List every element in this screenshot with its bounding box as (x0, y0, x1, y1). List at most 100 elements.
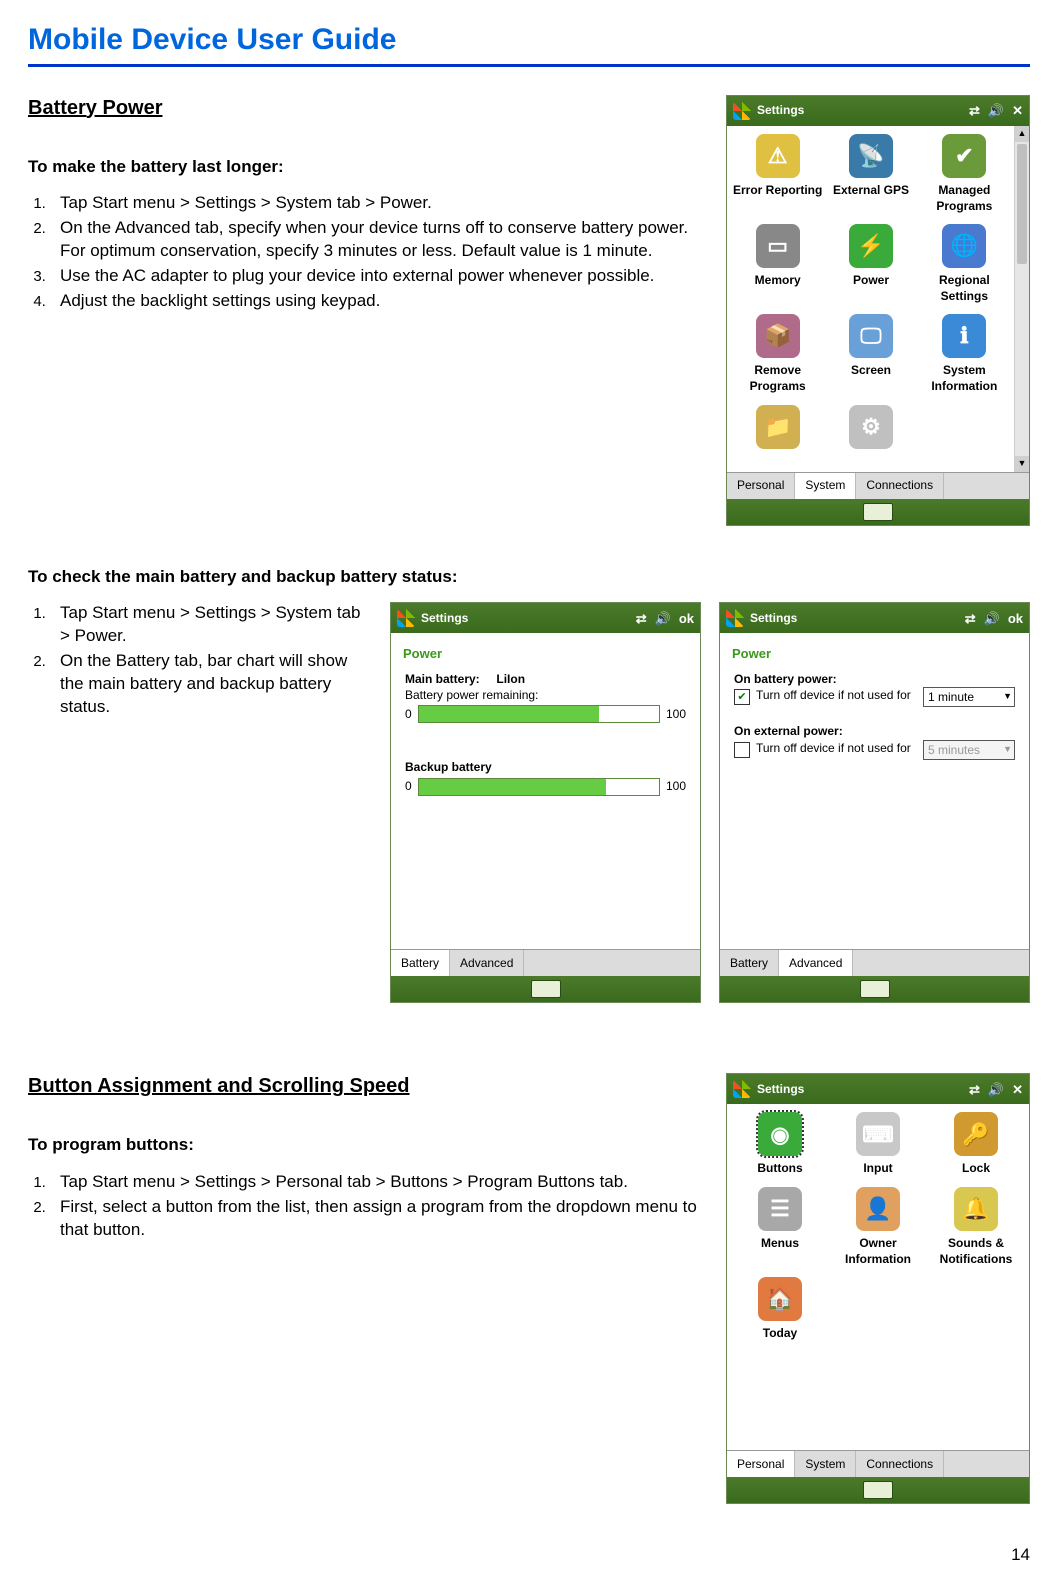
sip-bar (727, 499, 1029, 525)
settings-icon-cell[interactable]: ℹSystem Information (920, 314, 1009, 394)
icon-label: Today (733, 1325, 827, 1341)
close-icon[interactable]: ✕ (1012, 102, 1023, 120)
tab-personal[interactable]: Personal (727, 1451, 795, 1477)
list-item: Tap Start menu > Settings > System tab >… (50, 192, 706, 215)
settings-icon-cell[interactable]: 🌐 Regional Settings (920, 224, 1009, 304)
tab-battery[interactable]: Battery (391, 950, 450, 976)
scroll-thumb[interactable] (1017, 144, 1027, 264)
regional-settings-icon[interactable]: 🌐 (942, 224, 986, 268)
settings-icon-cell[interactable]: 🔔 Sounds & Notifications (929, 1187, 1023, 1267)
keyboard-icon[interactable] (531, 980, 561, 998)
keyboard-icon[interactable] (863, 1481, 893, 1499)
scrollbar[interactable]: ▲ ▼ (1014, 126, 1029, 472)
titlebar: Settings ⇄ 🔊 ok (720, 603, 1029, 633)
external-timeout-combo[interactable]: 5 minutes (923, 740, 1015, 760)
sounds-notifications-icon[interactable]: 🔔 (954, 1187, 998, 1231)
settings-icon-cell[interactable]: ▭ Memory (733, 224, 822, 304)
list-item: On the Advanced tab, specify when your d… (50, 217, 706, 263)
tab-connections[interactable]: Connections (856, 473, 944, 499)
input-icon[interactable]: ⌨ (856, 1112, 900, 1156)
start-icon[interactable] (397, 609, 415, 627)
tab-battery[interactable]: Battery (720, 950, 779, 976)
external-turnoff-checkbox[interactable] (734, 742, 750, 758)
tab-connections[interactable]: Connections (856, 1451, 944, 1477)
settings-icon-cell[interactable]: 🏠 Today (733, 1277, 827, 1341)
system-information-icon[interactable]: ℹ (942, 314, 986, 358)
section-heading-battery: Battery Power (28, 95, 706, 122)
connectivity-icon[interactable]: ⇄ (636, 610, 647, 628)
icon-icon[interactable]: ⚙ (849, 405, 893, 449)
main-battery-label: Main battery: (405, 672, 480, 686)
icon-label: Input (831, 1160, 925, 1176)
settings-icon-cell[interactable]: ☰ Menus (733, 1187, 827, 1267)
settings-icon-cell[interactable]: 🔑Lock (929, 1112, 1023, 1176)
settings-icon-cell[interactable]: 🖵Screen (826, 314, 915, 394)
tab-system[interactable]: System (795, 1451, 856, 1477)
icon-label: Menus (733, 1235, 827, 1251)
list-item: First, select a button from the list, th… (50, 1196, 706, 1242)
settings-icon-cell[interactable]: 📁 (733, 405, 822, 453)
tab-advanced[interactable]: Advanced (779, 950, 853, 976)
on-battery-heading: On battery power: (734, 671, 1015, 687)
screenshot-settings-personal: Settings ⇄ 🔊 ✕ ◉Buttons⌨Input🔑Lock☰Menus… (726, 1073, 1030, 1504)
connectivity-icon[interactable]: ⇄ (965, 610, 976, 628)
settings-icon-cell[interactable]: ◉Buttons (733, 1112, 827, 1176)
icon-icon[interactable]: 📁 (756, 405, 800, 449)
volume-icon[interactable]: 🔊 (988, 1081, 1004, 1099)
volume-icon[interactable]: 🔊 (988, 102, 1004, 120)
tab-system[interactable]: System (795, 473, 856, 499)
tab-advanced[interactable]: Advanced (450, 950, 524, 976)
screenshot-settings-system: Settings ⇄ 🔊 ✕ ⚠Error Reporting📡External… (726, 95, 1030, 526)
today-icon[interactable]: 🏠 (758, 1277, 802, 1321)
power-icon[interactable]: ⚡ (849, 224, 893, 268)
battery-timeout-combo[interactable]: 1 minute (923, 687, 1015, 707)
scroll-up-icon[interactable]: ▲ (1015, 126, 1029, 142)
volume-icon[interactable]: 🔊 (655, 610, 671, 628)
connectivity-icon[interactable]: ⇄ (969, 102, 980, 120)
battery-turnoff-checkbox[interactable]: ✔ (734, 689, 750, 705)
start-icon[interactable] (733, 1080, 751, 1098)
steps-list-2: Tap Start menu > Settings > System tab >… (28, 602, 370, 719)
settings-icon-cell[interactable]: ⌨ Input (831, 1112, 925, 1176)
volume-icon[interactable]: 🔊 (984, 610, 1000, 628)
list-item: Tap Start menu > Settings > Personal tab… (50, 1171, 706, 1194)
ok-button[interactable]: ok (679, 610, 694, 628)
list-item: Adjust the backlight settings using keyp… (50, 290, 706, 313)
settings-icon-cell[interactable]: ⚠Error Reporting (733, 134, 822, 214)
owner-information-icon[interactable]: 👤 (856, 1187, 900, 1231)
titlebar: Settings ⇄ 🔊 ✕ (727, 96, 1029, 126)
ok-button[interactable]: ok (1008, 610, 1023, 628)
scroll-down-icon[interactable]: ▼ (1015, 456, 1029, 472)
panel-label: Power (397, 641, 694, 671)
menus-icon[interactable]: ☰ (758, 1187, 802, 1231)
keyboard-icon[interactable] (863, 503, 893, 521)
start-icon[interactable] (733, 102, 751, 120)
screen-icon[interactable]: 🖵 (849, 314, 893, 358)
memory-icon[interactable]: ▭ (756, 224, 800, 268)
list-item: On the Battery tab, bar chart will show … (50, 650, 370, 719)
settings-icon-cell[interactable]: ✔Managed Programs (920, 134, 1009, 214)
settings-icon-cell[interactable]: 📡External GPS (826, 134, 915, 214)
subheading-program-buttons: To program buttons: (28, 1134, 706, 1157)
icon-label: Regional Settings (920, 272, 1009, 304)
icon-label: Power (826, 272, 915, 288)
error-reporting-icon[interactable]: ⚠ (756, 134, 800, 178)
close-icon[interactable]: ✕ (1012, 1081, 1023, 1099)
settings-icon-cell[interactable]: 👤Owner Information (831, 1187, 925, 1267)
external-gps-icon[interactable]: 📡 (849, 134, 893, 178)
icon-label: Sounds & Notifications (929, 1235, 1023, 1267)
remove-programs-icon[interactable]: 📦 (756, 314, 800, 358)
tab-personal[interactable]: Personal (727, 473, 795, 499)
connectivity-icon[interactable]: ⇄ (969, 1081, 980, 1099)
sip-bar (727, 1477, 1029, 1503)
icon-label: Memory (733, 272, 822, 288)
external-turnoff-label: Turn off device if not used for (756, 740, 917, 756)
settings-icon-cell[interactable]: 📦Remove Programs (733, 314, 822, 394)
lock-icon[interactable]: 🔑 (954, 1112, 998, 1156)
start-icon[interactable] (726, 609, 744, 627)
keyboard-icon[interactable] (860, 980, 890, 998)
managed-programs-icon[interactable]: ✔ (942, 134, 986, 178)
settings-icon-cell[interactable]: ⚡ Power (826, 224, 915, 304)
buttons-icon[interactable]: ◉ (758, 1112, 802, 1156)
settings-icon-cell[interactable]: ⚙ (826, 405, 915, 453)
